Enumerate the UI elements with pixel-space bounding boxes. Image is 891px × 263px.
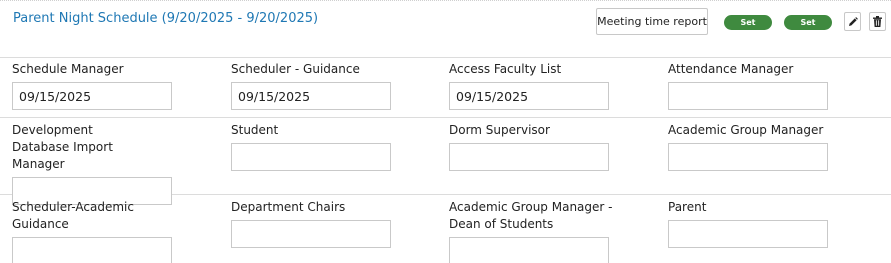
field-scheduler-academic-guidance: Scheduler-Academic Guidance bbox=[12, 196, 172, 263]
field-label: Dorm Supervisor bbox=[449, 123, 550, 137]
pencil-icon bbox=[848, 16, 858, 27]
schedule-panel: Parent Night Schedule (9/20/2025 - 9/20/… bbox=[0, 0, 891, 263]
field-schedule-manager: Schedule Manager bbox=[12, 58, 212, 110]
attendance-manager-date-input[interactable] bbox=[668, 82, 828, 110]
field-label: Development Database Import Manager bbox=[12, 123, 113, 171]
field-attendance-manager: Attendance Manager bbox=[668, 58, 868, 110]
field-label: Access Faculty List bbox=[449, 62, 562, 76]
department-chairs-date-input[interactable] bbox=[231, 220, 391, 248]
schedule-header: Parent Night Schedule (9/20/2025 - 9/20/… bbox=[0, 1, 891, 58]
field-label: Schedule Manager bbox=[12, 62, 124, 76]
field-student: Student bbox=[231, 119, 431, 171]
set-button-2[interactable]: Set bbox=[784, 15, 832, 30]
delete-button[interactable] bbox=[869, 12, 886, 31]
field-parent: Parent bbox=[668, 196, 868, 248]
field-academic-group-manager-dean-of-students: Academic Group Manager - Dean of Student… bbox=[449, 196, 619, 263]
field-label: Parent bbox=[668, 200, 707, 214]
scheduler-guidance-date-input[interactable] bbox=[231, 82, 391, 110]
set-button-1[interactable]: Set bbox=[724, 15, 772, 30]
field-label: Academic Group Manager - Dean of Student… bbox=[449, 200, 613, 231]
field-department-chairs: Department Chairs bbox=[231, 196, 431, 248]
schedule-manager-date-input[interactable] bbox=[12, 82, 172, 110]
parent-date-input[interactable] bbox=[668, 220, 828, 248]
schedule-title-link[interactable]: Parent Night Schedule (9/20/2025 - 9/20/… bbox=[13, 11, 318, 26]
student-date-input[interactable] bbox=[231, 143, 391, 171]
field-development-database-import-manager: Development Database Import Manager bbox=[12, 119, 172, 205]
field-access-faculty-list: Access Faculty List bbox=[449, 58, 649, 110]
scheduler-academic-guidance-date-input[interactable] bbox=[12, 237, 172, 263]
access-faculty-list-date-input[interactable] bbox=[449, 82, 609, 110]
field-label: Student bbox=[231, 123, 279, 137]
meeting-time-report-button[interactable]: Meeting time report bbox=[596, 8, 708, 35]
academic-group-manager-date-input[interactable] bbox=[668, 143, 828, 171]
dorm-supervisor-date-input[interactable] bbox=[449, 143, 609, 171]
field-scheduler-guidance: Scheduler - Guidance bbox=[231, 58, 431, 110]
field-academic-group-manager: Academic Group Manager bbox=[668, 119, 868, 171]
field-label: Attendance Manager bbox=[668, 62, 794, 76]
field-dorm-supervisor: Dorm Supervisor bbox=[449, 119, 649, 171]
field-label: Academic Group Manager bbox=[668, 123, 824, 137]
academic-group-manager-dean-date-input[interactable] bbox=[449, 237, 609, 263]
field-row-3: Scheduler-Academic Guidance Department C… bbox=[0, 196, 891, 263]
field-label: Scheduler - Guidance bbox=[231, 62, 360, 76]
trash-icon bbox=[873, 16, 882, 27]
field-row-1: Schedule Manager Scheduler - Guidance Ac… bbox=[0, 58, 891, 118]
field-label: Department Chairs bbox=[231, 200, 346, 214]
field-row-2: Development Database Import Manager Stud… bbox=[0, 119, 891, 205]
field-label: Scheduler-Academic Guidance bbox=[12, 200, 134, 231]
edit-button[interactable] bbox=[844, 12, 861, 31]
